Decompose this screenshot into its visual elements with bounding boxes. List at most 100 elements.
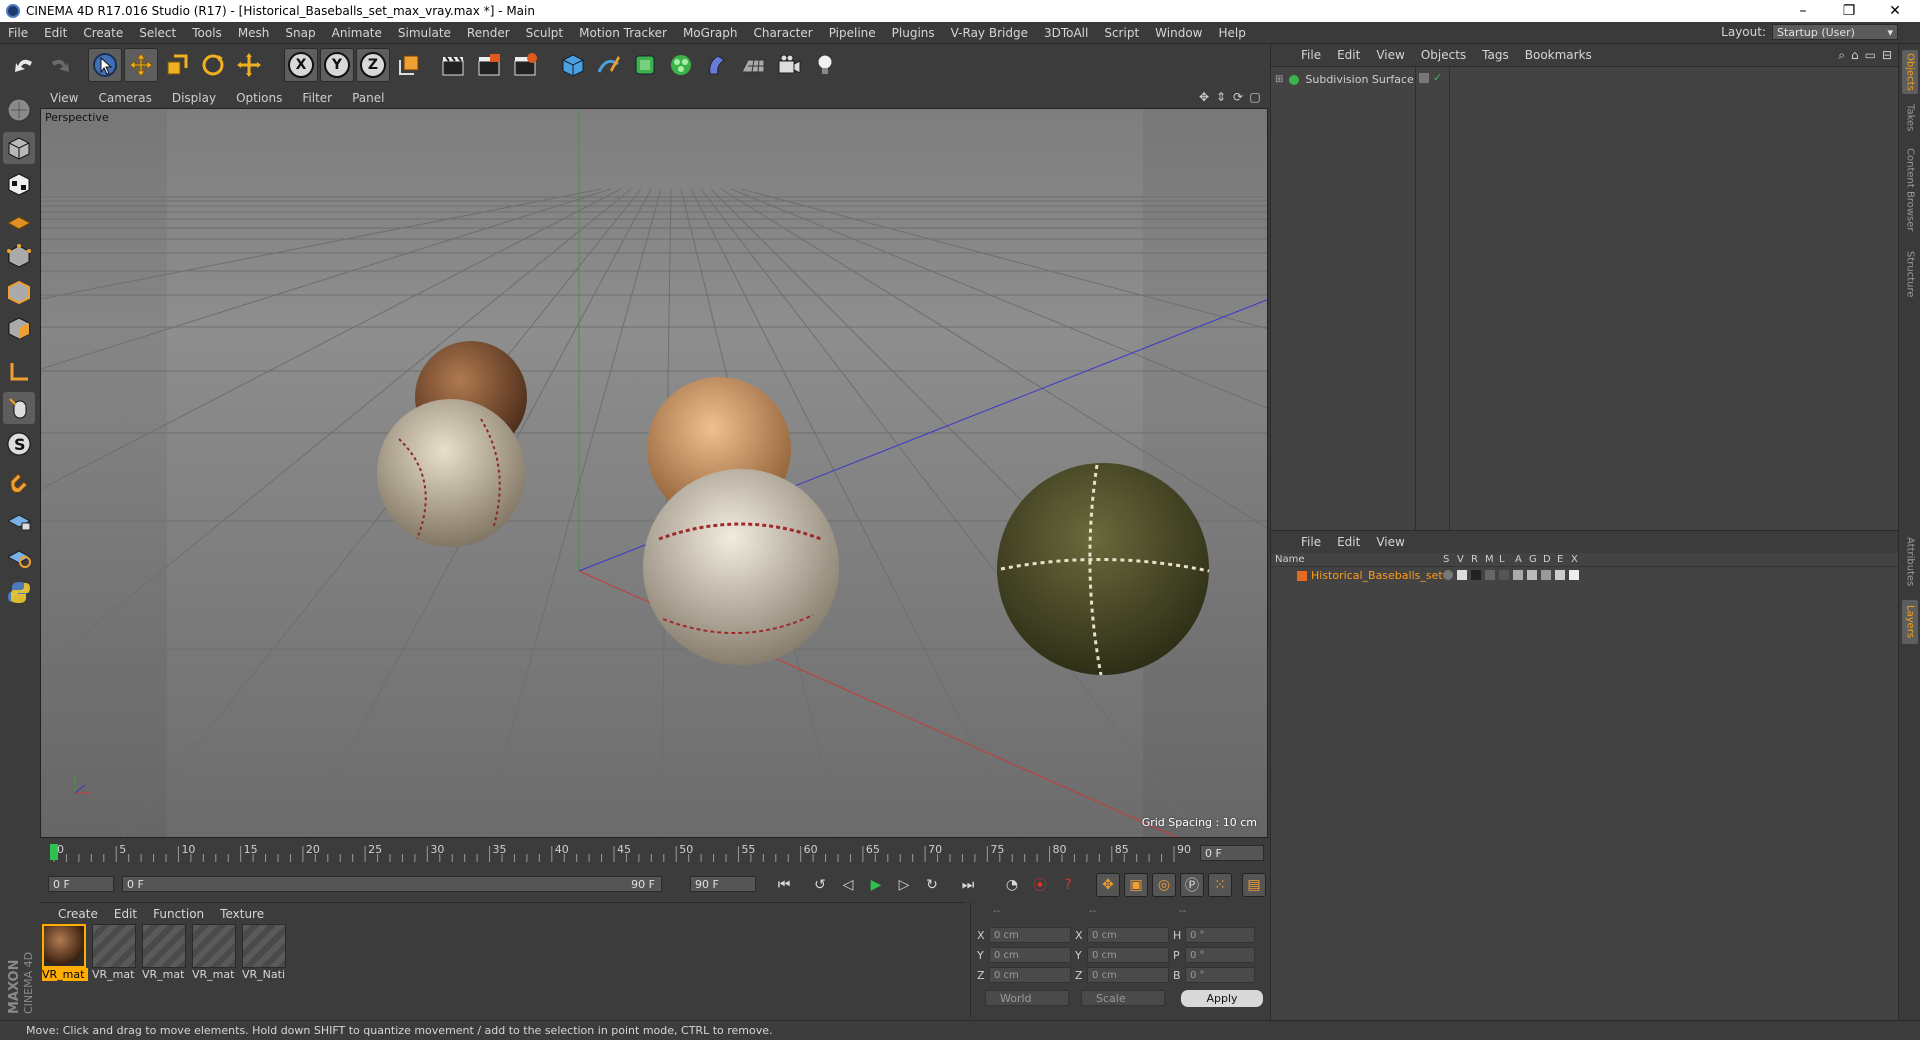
rotation-b-field[interactable]: 0 °: [1185, 967, 1255, 983]
python-button[interactable]: [3, 576, 35, 608]
position-z-field[interactable]: 0 cm: [989, 967, 1071, 983]
material-menu-texture[interactable]: Texture: [212, 907, 272, 921]
editor-visibility-icon[interactable]: [1419, 73, 1429, 83]
model-mode-button[interactable]: [3, 132, 35, 164]
menu-simulate[interactable]: Simulate: [390, 26, 459, 40]
workplane-lock-button[interactable]: [3, 504, 35, 536]
undo-button[interactable]: [8, 48, 42, 82]
menu-tools[interactable]: Tools: [184, 26, 230, 40]
tab-structure[interactable]: Structure: [1902, 244, 1918, 304]
material-menu-function[interactable]: Function: [145, 907, 212, 921]
end-frame-field[interactable]: 90 F: [690, 876, 756, 892]
rotate-tool-button[interactable]: [196, 48, 230, 82]
record-position-button[interactable]: ✥: [1096, 873, 1120, 897]
move-tool-button[interactable]: [124, 48, 158, 82]
tab-attributes[interactable]: Attributes: [1902, 530, 1918, 594]
render-picture-viewer-button[interactable]: [472, 48, 506, 82]
expression-icon[interactable]: [1555, 570, 1565, 580]
perspective-viewport[interactable]: Perspective Grid Spacing: 10 cm: [40, 108, 1268, 838]
menu-render[interactable]: Render: [459, 26, 518, 40]
tab-content-browser[interactable]: Content Browser: [1902, 142, 1918, 238]
viewport-menu-view[interactable]: View: [40, 91, 88, 105]
material-swatch[interactable]: VR_Nati: [242, 924, 288, 984]
record-keys-button[interactable]: ◔: [1000, 873, 1024, 897]
solo-mode-button[interactable]: S: [3, 428, 35, 460]
expand-icon[interactable]: ⊞: [1275, 74, 1283, 85]
camera-object-button[interactable]: [772, 48, 806, 82]
tab-takes[interactable]: Takes: [1902, 100, 1918, 136]
coordinate-system-button[interactable]: [392, 48, 426, 82]
viewport-menu-display[interactable]: Display: [162, 91, 226, 105]
x-axis-lock-button[interactable]: X: [284, 48, 318, 82]
generator-icon[interactable]: [1527, 570, 1537, 580]
objects-menu-tags[interactable]: Tags: [1474, 48, 1517, 62]
keyframe-selection-button[interactable]: ?: [1056, 873, 1080, 897]
previous-frame-button[interactable]: ◁: [836, 873, 860, 897]
pan-icon[interactable]: ✥: [1197, 90, 1211, 104]
viewport-menu-options[interactable]: Options: [226, 91, 292, 105]
menu-help[interactable]: Help: [1210, 26, 1253, 40]
tab-layers[interactable]: Layers: [1902, 600, 1918, 644]
object-row[interactable]: ⊞ Subdivision Surface: [1275, 73, 1414, 86]
start-frame-field[interactable]: 0 F: [48, 876, 114, 892]
timeline-window-button[interactable]: ▤: [1242, 873, 1266, 897]
objects-menu-bookmarks[interactable]: Bookmarks: [1517, 48, 1600, 62]
workplane-axis-button[interactable]: [3, 540, 35, 572]
menu-character[interactable]: Character: [745, 26, 820, 40]
apply-button[interactable]: Apply: [1181, 990, 1263, 1007]
menu-3dtoall[interactable]: 3DToAll: [1036, 26, 1096, 40]
polygons-mode-button[interactable]: [3, 312, 35, 344]
layer-color-swatch[interactable]: [1297, 571, 1307, 581]
spline-pen-button[interactable]: [592, 48, 626, 82]
record-rotation-button[interactable]: ◎: [1152, 873, 1176, 897]
search-icon[interactable]: ⌕: [1838, 48, 1845, 63]
restore-button[interactable]: ❐: [1826, 0, 1872, 22]
material-menu-edit[interactable]: Edit: [106, 907, 145, 921]
position-y-field[interactable]: 0 cm: [989, 947, 1071, 963]
goto-start-button[interactable]: ⏮: [772, 873, 796, 897]
layers-menu-view[interactable]: View: [1368, 535, 1412, 549]
z-axis-lock-button[interactable]: Z: [356, 48, 390, 82]
objects-menu-edit[interactable]: Edit: [1329, 48, 1368, 62]
subdivision-surface-button[interactable]: [628, 48, 662, 82]
layers-menu-edit[interactable]: Edit: [1329, 535, 1368, 549]
orbit-icon[interactable]: ⟳: [1231, 90, 1245, 104]
minimize-button[interactable]: –: [1780, 0, 1826, 22]
goto-end-button[interactable]: ⏭: [956, 873, 980, 897]
menu-edit[interactable]: Edit: [36, 26, 75, 40]
material-swatch[interactable]: VR_mat: [92, 924, 138, 984]
deformer-icon[interactable]: [1541, 570, 1551, 580]
menu-mesh[interactable]: Mesh: [230, 26, 278, 40]
workplane-mode-button[interactable]: [3, 204, 35, 236]
deformer-button[interactable]: [700, 48, 734, 82]
viewport-menu-filter[interactable]: Filter: [292, 91, 342, 105]
y-axis-lock-button[interactable]: Y: [320, 48, 354, 82]
home-icon[interactable]: ⌂: [1851, 48, 1859, 63]
render-view-button[interactable]: [436, 48, 470, 82]
material-swatch[interactable]: VR_mat: [192, 924, 238, 984]
rotation-h-field[interactable]: 0 °: [1185, 927, 1255, 943]
tab-objects[interactable]: Objects: [1902, 50, 1918, 94]
material-swatch[interactable]: VR_mat: [142, 924, 188, 984]
record-point-level-button[interactable]: ⁙: [1208, 873, 1232, 897]
objects-menu-file[interactable]: File: [1293, 48, 1329, 62]
manager-icon[interactable]: [1485, 570, 1495, 580]
menu-animate[interactable]: Animate: [324, 26, 390, 40]
baseball-signed-center[interactable]: [643, 469, 839, 665]
scale-tool-button[interactable]: [160, 48, 194, 82]
menu-mograph[interactable]: MoGraph: [675, 26, 746, 40]
play-button[interactable]: ▶: [864, 873, 888, 897]
menu-snap[interactable]: Snap: [277, 26, 323, 40]
coordinate-mode-dropdown[interactable]: World: [985, 990, 1069, 1006]
menu-window[interactable]: Window: [1147, 26, 1210, 40]
light-object-button[interactable]: [808, 48, 842, 82]
position-x-field[interactable]: 0 cm: [989, 927, 1071, 943]
edges-mode-button[interactable]: [3, 276, 35, 308]
animation-icon[interactable]: [1513, 570, 1523, 580]
make-editable-button[interactable]: [3, 94, 35, 126]
cube-object-button[interactable]: [556, 48, 590, 82]
goto-previous-key-button[interactable]: ↺: [808, 873, 832, 897]
texture-mode-button[interactable]: [3, 168, 35, 200]
current-frame-field[interactable]: 0 F: [1200, 845, 1264, 861]
size-mode-dropdown[interactable]: Scale: [1081, 990, 1165, 1006]
